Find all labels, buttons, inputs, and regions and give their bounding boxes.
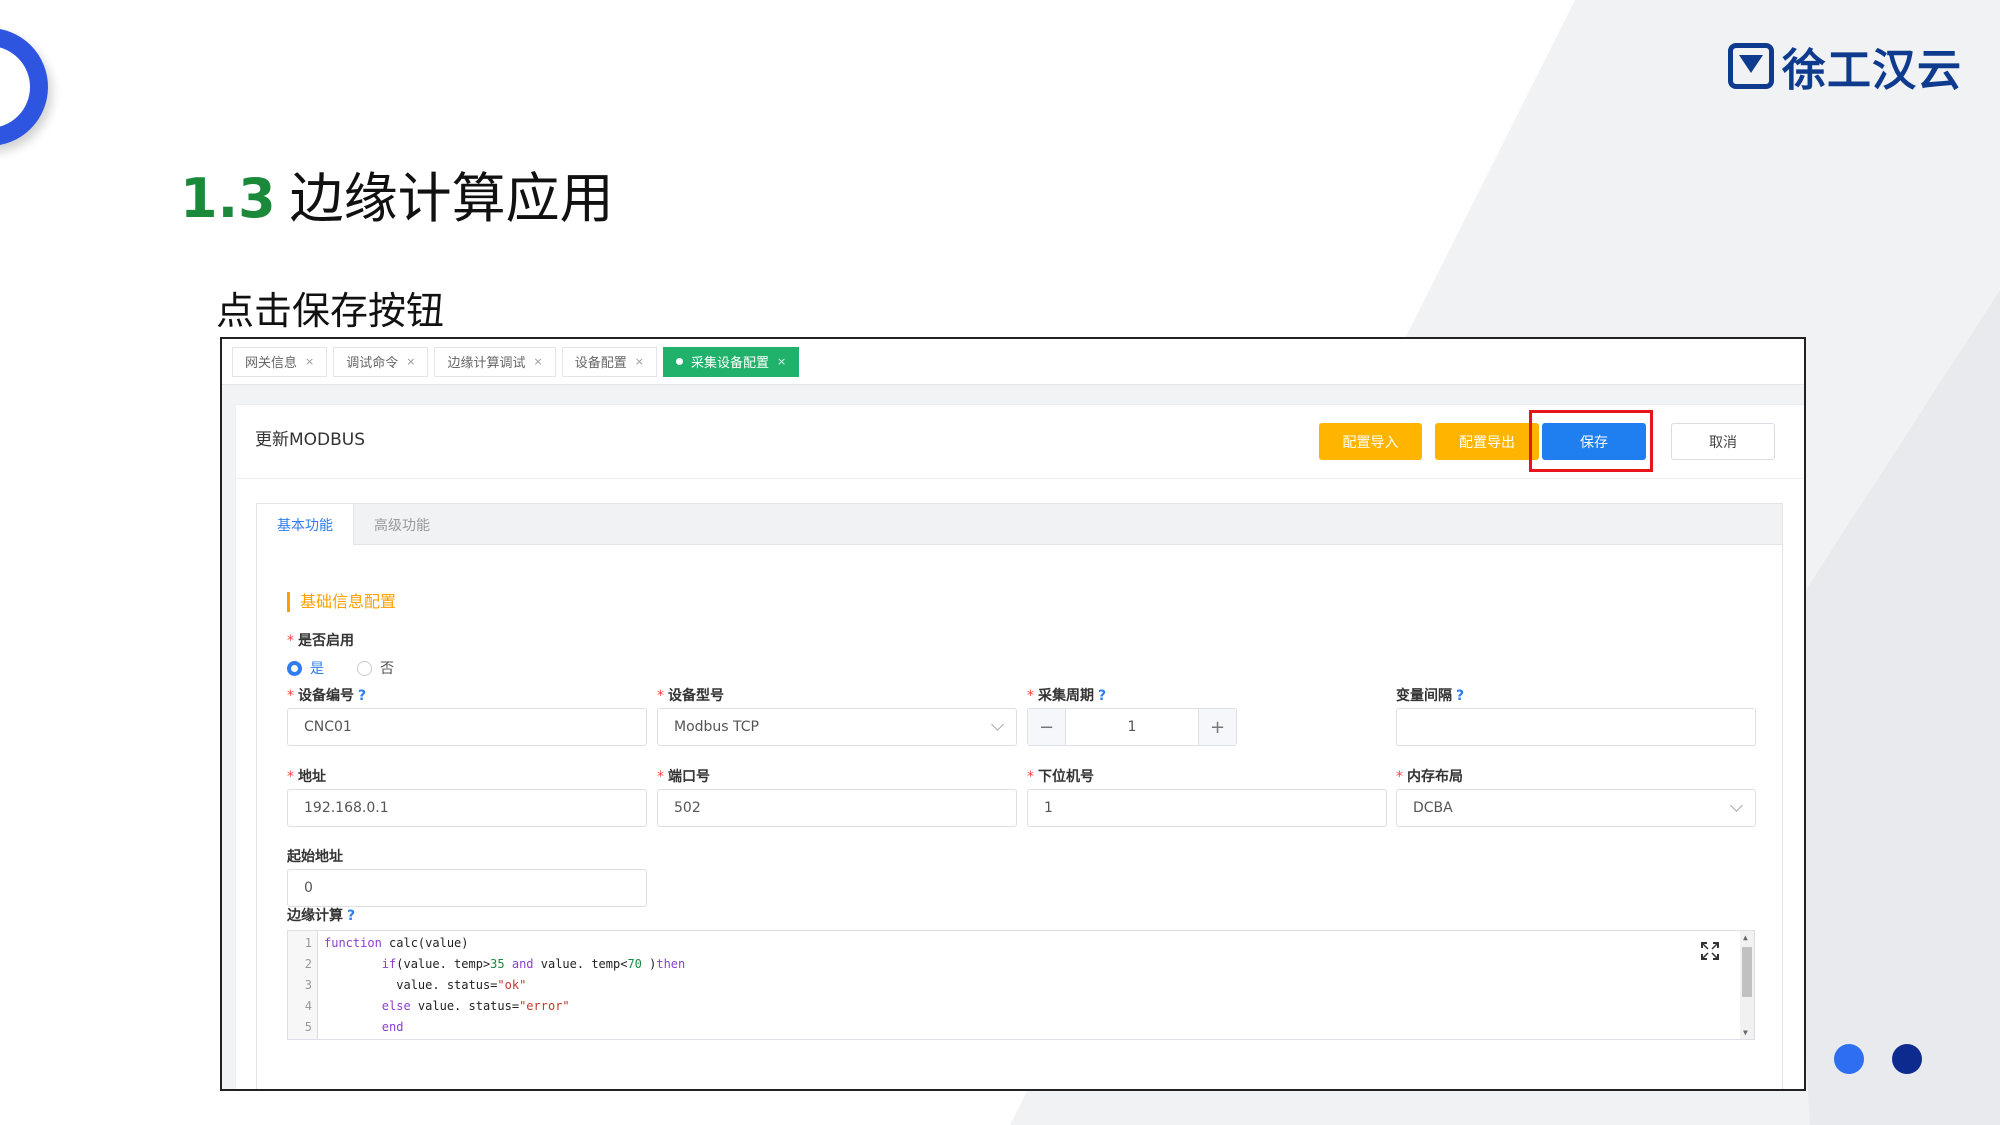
app-screenshot: 网关信息 × 调试命令 × 边缘计算调试 × 设备配置 × 采集设备配置 × 更…	[220, 337, 1806, 1091]
fullscreen-icon[interactable]	[1700, 941, 1720, 961]
tab-basic-function[interactable]: 基本功能	[257, 504, 354, 545]
edge-compute-code-editor[interactable]: 1 function calc(value) 2 if(value. temp>3…	[287, 930, 1755, 1040]
scrollbar-thumb[interactable]	[1742, 947, 1752, 997]
save-button[interactable]: 保存	[1542, 423, 1646, 460]
start-address-input[interactable]: 0	[287, 869, 647, 907]
page-tab-collect-device-config[interactable]: 采集设备配置 ×	[662, 346, 800, 377]
code-line: 4 else value. status="error"	[304, 999, 570, 1013]
device-no-input[interactable]: CNC01	[287, 708, 647, 746]
radio-unchecked-icon	[357, 660, 372, 676]
close-icon[interactable]: ×	[777, 355, 786, 368]
code-line: 1 function calc(value)	[304, 936, 469, 950]
port-input[interactable]: 502	[657, 789, 1017, 827]
panel-title: 更新MODBUS	[255, 430, 366, 450]
decorative-ring	[0, 28, 48, 146]
logo-text: 徐工汉云	[1782, 45, 1962, 96]
page-tab-device-config[interactable]: 设备配置 ×	[561, 346, 657, 377]
close-icon[interactable]: ×	[305, 355, 314, 368]
panel-header: 更新MODBUS 配置导入 配置导出 保存 取消	[236, 405, 1804, 479]
import-config-button[interactable]: 配置导入	[1319, 423, 1422, 460]
code-line: 2 if(value. temp>35 and value. temp<70 )…	[304, 957, 686, 971]
scroll-down-icon[interactable]: ▼	[1743, 1028, 1748, 1037]
code-line: 5 end	[304, 1020, 404, 1034]
collect-cycle-value[interactable]: 1	[1066, 709, 1198, 745]
page-tab-bar: 网关信息 × 调试命令 × 边缘计算调试 × 设备配置 × 采集设备配置 ×	[222, 339, 1804, 385]
edge-compute-label: 边缘计算?	[287, 908, 356, 924]
help-icon: ?	[1456, 688, 1465, 704]
increment-button[interactable]: +	[1198, 709, 1236, 745]
collect-cycle-label: * 采集周期?	[1027, 688, 1107, 704]
var-interval-input[interactable]	[1396, 708, 1756, 746]
help-icon: ?	[347, 908, 356, 924]
page-tab-label: 边缘计算调试	[447, 356, 526, 371]
editor-scrollbar[interactable]: ▲ ▼	[1740, 931, 1754, 1039]
page-tab-label: 设备配置	[574, 356, 627, 371]
var-interval-label: 变量间隔?	[1396, 688, 1465, 704]
cancel-button[interactable]: 取消	[1671, 423, 1775, 460]
slide-subtitle: 点击保存按钮	[216, 289, 445, 333]
config-panel: 更新MODBUS 配置导入 配置导出 保存 取消 基本功能 高级功能 基础信息配…	[235, 404, 1804, 1089]
close-icon[interactable]: ×	[635, 355, 644, 368]
export-config-button[interactable]: 配置导出	[1435, 423, 1539, 460]
memory-layout-select[interactable]: DCBA	[1396, 789, 1756, 827]
page-tab-debug-command[interactable]: 调试命令 ×	[333, 346, 429, 377]
enable-yes-radio[interactable]: 是	[287, 658, 324, 678]
section-number: 1.3	[180, 167, 276, 230]
radio-checked-icon	[287, 660, 302, 676]
start-address-label: 起始地址	[287, 849, 343, 865]
port-label: * 端口号	[657, 769, 710, 785]
page-tab-edge-debug[interactable]: 边缘计算调试 ×	[434, 346, 556, 377]
function-tab-bar: 基本功能 高级功能	[257, 504, 1782, 545]
page-tab-label: 网关信息	[245, 356, 298, 371]
code-line: 3 value. status="ok"	[304, 978, 527, 992]
chevron-down-icon	[1730, 799, 1743, 812]
decorative-dot	[1892, 1044, 1922, 1074]
chevron-down-icon	[991, 718, 1004, 731]
slave-id-label: * 下位机号	[1027, 769, 1094, 785]
device-no-label: * 设备编号?	[287, 688, 367, 704]
memory-layout-label: * 内存布局	[1396, 769, 1463, 785]
scroll-up-icon[interactable]: ▲	[1743, 933, 1748, 942]
page-tab-label: 采集设备配置	[690, 356, 769, 371]
function-tabs: 基本功能 高级功能 基础信息配置 * 是否启用 是 否 * 设备编号? CNC01	[256, 503, 1783, 1089]
enable-label: * 是否启用	[287, 633, 354, 649]
page-tab-label: 调试命令	[346, 356, 399, 371]
help-icon: ?	[1098, 688, 1107, 704]
address-label: * 地址	[287, 769, 326, 785]
logo-mark-icon	[1728, 43, 1774, 89]
slide-title: 1.3 边缘计算应用	[180, 154, 614, 233]
collect-cycle-stepper[interactable]: − 1 +	[1027, 708, 1237, 746]
company-logo: 徐工汉云	[1728, 34, 1962, 98]
section-title-text: 边缘计算应用	[289, 167, 614, 230]
close-icon[interactable]: ×	[406, 355, 415, 368]
decorative-dot	[1834, 1044, 1864, 1074]
help-icon: ?	[358, 688, 367, 704]
close-icon[interactable]: ×	[533, 355, 542, 368]
enable-no-radio[interactable]: 否	[357, 658, 394, 678]
active-dot-icon	[675, 358, 683, 365]
decrement-button[interactable]: −	[1028, 709, 1066, 745]
slave-id-input[interactable]: 1	[1027, 789, 1387, 827]
page-tab-gateway-info[interactable]: 网关信息 ×	[232, 346, 328, 377]
address-input[interactable]: 192.168.0.1	[287, 789, 647, 827]
tab-advanced-function[interactable]: 高级功能	[354, 504, 450, 545]
device-model-label: * 设备型号	[657, 688, 724, 704]
section-heading: 基础信息配置	[287, 592, 396, 612]
device-model-select[interactable]: Modbus TCP	[657, 708, 1017, 746]
